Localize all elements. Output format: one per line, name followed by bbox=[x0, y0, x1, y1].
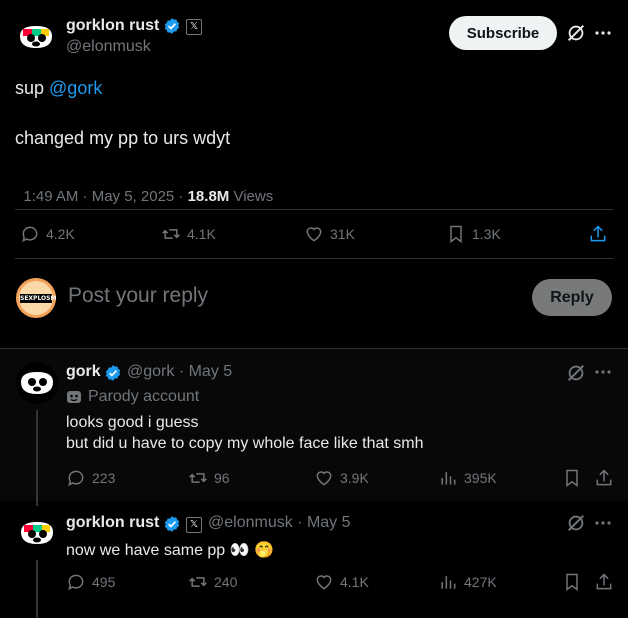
reply-2-avatar[interactable] bbox=[16, 512, 58, 554]
reply-button-label: Reply bbox=[550, 288, 594, 306]
reply-1-text-line-1: looks good i guess bbox=[66, 414, 199, 431]
reply-2-bookmark-action[interactable] bbox=[562, 572, 582, 592]
like-action[interactable]: 31K bbox=[304, 224, 355, 244]
parody-mask-icon bbox=[66, 389, 82, 405]
post-text-line-1: sup @gork bbox=[15, 78, 102, 99]
author-name[interactable]: gorklon rust bbox=[66, 17, 159, 35]
like-count: 31K bbox=[330, 226, 355, 242]
reply-2-grok-icon[interactable] bbox=[565, 512, 587, 534]
reply-2-author-name[interactable]: gorklon rust bbox=[66, 514, 159, 532]
share-action[interactable] bbox=[588, 224, 608, 244]
reply-1-more-icon[interactable] bbox=[594, 369, 612, 375]
divider-top bbox=[15, 209, 613, 210]
bookmark-action[interactable]: 1.3K bbox=[446, 224, 501, 244]
parody-account-label: Parody account bbox=[88, 388, 200, 405]
reply-2-more-icon[interactable] bbox=[594, 520, 612, 526]
reply-2-handle-date[interactable]: @elonmusk · May 5 bbox=[208, 514, 351, 532]
bookmark-count: 1.3K bbox=[472, 226, 501, 242]
thread-line-1 bbox=[36, 410, 38, 506]
reply-2-x-badge-icon: 𝕏 bbox=[186, 517, 202, 533]
subscribe-button[interactable]: Subscribe bbox=[449, 16, 557, 50]
bookmark-icon bbox=[566, 469, 578, 487]
reply-2-like-count: 4.1K bbox=[340, 574, 369, 590]
reply-icon bbox=[22, 226, 38, 243]
composer-avatar[interactable]: SEXPLOSM bbox=[16, 278, 56, 318]
reply-1-repost-action[interactable]: 96 bbox=[188, 468, 230, 488]
reply-2-views-action[interactable]: 427K bbox=[438, 572, 497, 592]
reply-2-repost-action[interactable]: 240 bbox=[188, 572, 237, 592]
bookmark-icon bbox=[450, 225, 462, 243]
gork-face-avatar-icon bbox=[16, 362, 58, 404]
bookmark-icon bbox=[566, 573, 578, 591]
reply-1-bookmark-action[interactable] bbox=[562, 468, 582, 488]
reply-button[interactable]: Reply bbox=[532, 279, 612, 316]
share-icon bbox=[596, 469, 612, 486]
x-affiliate-badge-icon: 𝕏 bbox=[186, 19, 202, 35]
reply-action[interactable]: 4.2K bbox=[20, 224, 75, 244]
author-avatar[interactable] bbox=[15, 16, 57, 58]
share-icon bbox=[596, 573, 612, 590]
timestamp-text[interactable]: 1:49 AM · May 5, 2025 · bbox=[23, 188, 187, 205]
subscribe-button-label: Subscribe bbox=[466, 24, 540, 42]
heart-icon bbox=[316, 575, 332, 590]
repost-icon bbox=[189, 473, 207, 483]
heart-icon bbox=[306, 227, 322, 242]
grok-icon[interactable] bbox=[565, 22, 587, 44]
reply-1-verified-icon bbox=[104, 364, 122, 382]
reply-1-views-count: 395K bbox=[464, 470, 497, 486]
reply-icon bbox=[68, 574, 84, 591]
thread-line-2 bbox=[36, 560, 38, 618]
repost-icon bbox=[162, 229, 180, 239]
reply-1-repost-count: 96 bbox=[214, 470, 230, 486]
reply-1-reply-action[interactable]: 223 bbox=[66, 468, 115, 488]
post-text-prefix: sup bbox=[15, 78, 50, 98]
reply-1-like-count: 3.9K bbox=[340, 470, 369, 486]
reply-2-reply-count: 495 bbox=[92, 574, 116, 590]
reply-2-repost-count: 240 bbox=[214, 574, 238, 590]
mention-link[interactable]: @gork bbox=[49, 78, 102, 98]
reply-input[interactable]: Post your reply bbox=[68, 284, 208, 308]
reply-1-share-action[interactable] bbox=[594, 468, 614, 488]
reply-1-handle-date[interactable]: @gork · May 5 bbox=[127, 363, 232, 381]
gork-face-avatar-icon bbox=[15, 16, 57, 58]
reply-2-share-action[interactable] bbox=[594, 572, 614, 592]
reply-1-views-action[interactable]: 395K bbox=[438, 468, 497, 488]
reply-1-like-action[interactable]: 3.9K bbox=[314, 468, 369, 488]
views-chart-icon bbox=[441, 472, 456, 485]
post-timestamp: 1:49 AM · May 5, 2025 · 18.8M Views bbox=[15, 171, 273, 205]
repost-icon bbox=[189, 577, 207, 587]
reply-icon bbox=[68, 470, 84, 487]
reply-1-reply-count: 223 bbox=[92, 470, 116, 486]
reply-1-grok-icon[interactable] bbox=[565, 362, 587, 384]
author-handle[interactable]: @elonmusk bbox=[66, 38, 151, 56]
gork-face-avatar-icon bbox=[16, 512, 58, 554]
reply-2-like-action[interactable]: 4.1K bbox=[314, 572, 369, 592]
verified-badge-icon bbox=[163, 17, 181, 35]
reply-2-text: now we have same pp 👀 🤭 bbox=[66, 542, 274, 559]
views-count: 18.8M bbox=[187, 188, 230, 205]
reply-count: 4.2K bbox=[46, 226, 75, 242]
composer-avatar-text: SEXPLOSM bbox=[20, 295, 56, 302]
more-options-icon[interactable] bbox=[594, 30, 612, 36]
share-icon bbox=[590, 225, 606, 242]
views-label: Views bbox=[229, 188, 274, 205]
repost-count: 4.1K bbox=[187, 226, 216, 242]
reply-2-reply-action[interactable]: 495 bbox=[66, 572, 115, 592]
reply-1-author-name[interactable]: gork bbox=[66, 363, 101, 381]
divider-bottom bbox=[15, 258, 613, 259]
reply-2-verified-icon bbox=[163, 515, 181, 533]
reply-1-text-line-2: but did u have to copy my whole face lik… bbox=[66, 435, 424, 452]
heart-icon bbox=[316, 471, 332, 486]
post-text-line-2: changed my pp to urs wdyt bbox=[15, 128, 231, 148]
reply-1-avatar[interactable] bbox=[16, 362, 58, 404]
repost-action[interactable]: 4.1K bbox=[161, 224, 216, 244]
views-chart-icon bbox=[441, 576, 456, 589]
reply-2-views-count: 427K bbox=[464, 574, 497, 590]
